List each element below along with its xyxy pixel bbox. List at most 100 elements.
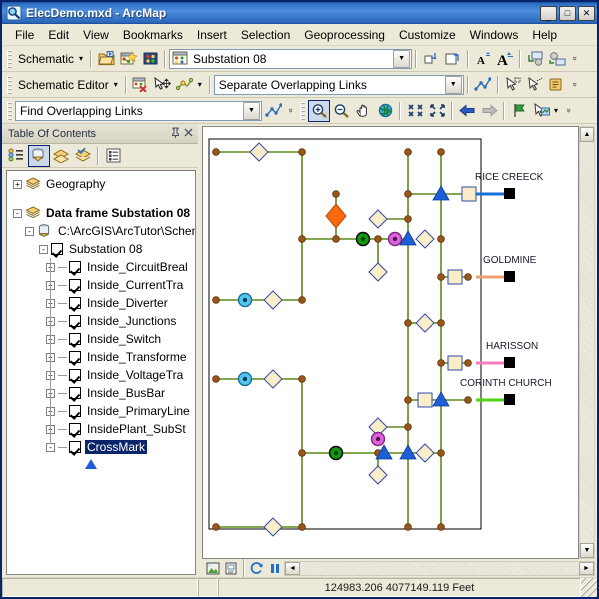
menu-item-windows[interactable]: Windows [463, 25, 526, 45]
refresh-icon[interactable] [248, 561, 266, 576]
layer-visibility-checkbox[interactable] [69, 441, 81, 453]
schematic-layout-icon[interactable] [174, 74, 196, 96]
expander-icon[interactable]: - [13, 208, 22, 218]
tree-item-inside-currenttransformer[interactable]: + Inside_CurrentTra [7, 276, 195, 294]
schematic-menu-button[interactable]: Schematic [15, 50, 77, 68]
menu-item-customize[interactable]: Customize [392, 25, 463, 45]
forward-extent-icon[interactable] [478, 100, 500, 122]
shrink-node-icon[interactable] [420, 48, 442, 70]
layer-visibility-checkbox[interactable] [69, 261, 81, 273]
layer-visibility-checkbox[interactable] [69, 405, 81, 417]
tree-item-insideplant-substation[interactable]: + InsidePlant_SubSt [7, 420, 195, 438]
maximize-button[interactable]: □ [559, 5, 576, 21]
menu-item-help[interactable]: Help [525, 25, 564, 45]
tree-item-inside-circuitbreaker[interactable]: + Inside_CircuitBreal [7, 258, 195, 276]
menu-item-file[interactable]: File [8, 25, 41, 45]
map-horizontal-scrollbar[interactable]: ◄ ► [284, 560, 595, 576]
toolbar-overflow-button[interactable]: » [570, 48, 582, 69]
zoom-in-icon[interactable] [308, 99, 330, 122]
toolbar-grip[interactable] [300, 101, 305, 120]
edit-attributes-icon[interactable] [546, 74, 568, 96]
toolbar-grip[interactable] [7, 49, 12, 68]
scroll-track[interactable] [580, 142, 594, 543]
list-by-selection-icon[interactable] [72, 145, 94, 167]
reduce-label-icon[interactable]: A [472, 48, 494, 70]
options-icon[interactable] [102, 145, 124, 167]
tree-item-geography[interactable]: + Geography [7, 175, 195, 193]
scroll-left-button[interactable]: ◄ [285, 561, 300, 575]
pause-drawing-icon[interactable] [266, 561, 284, 576]
flag-icon[interactable] [508, 100, 530, 122]
scroll-up-button[interactable]: ▲ [580, 127, 594, 142]
select-node-icon[interactable] [502, 74, 524, 96]
tree-item-inside-junctions[interactable]: + Inside_Junctions [7, 312, 195, 330]
pin-icon[interactable] [169, 127, 182, 141]
chevron-down-icon[interactable]: ▼ [243, 101, 260, 120]
toolbar-overflow-button[interactable]: » [564, 100, 576, 121]
select-chevron-down-icon[interactable]: ▾ [552, 106, 562, 115]
tree-item-inside-primaryline[interactable]: + Inside_PrimaryLine [7, 402, 195, 420]
layer-visibility-checkbox[interactable] [69, 279, 81, 291]
layer-visibility-checkbox[interactable] [69, 315, 81, 327]
new-diagram-icon[interactable] [117, 48, 139, 70]
scroll-down-button[interactable]: ▼ [580, 543, 594, 558]
tree-item-substation-08[interactable]: - Substation 08 [7, 240, 195, 258]
tree-item-inside-voltagetransformer[interactable]: + Inside_VoltageTra [7, 366, 195, 384]
tree-item-data-frame[interactable]: - Data frame Substation 08 [7, 204, 195, 222]
toolbar-overflow-button-left[interactable]: » [286, 100, 297, 121]
tree-item-workspace[interactable]: - C:\ArcGIS\ArcTutor\Schem [7, 222, 195, 240]
enlarge-node-icon[interactable] [442, 48, 464, 70]
layer-visibility-checkbox[interactable] [69, 423, 81, 435]
toolbar-grip[interactable] [7, 101, 12, 120]
minimize-button[interactable]: _ [540, 5, 557, 21]
scroll-track[interactable] [300, 562, 579, 575]
data-view-icon[interactable] [204, 561, 222, 576]
chevron-down-icon[interactable]: ▾ [112, 80, 122, 89]
back-extent-icon[interactable] [456, 100, 478, 122]
fixed-zoom-in-icon[interactable] [404, 100, 426, 122]
menu-item-view[interactable]: View [76, 25, 116, 45]
full-extent-icon[interactable] [374, 100, 396, 122]
remove-diagram-icon[interactable] [130, 74, 152, 96]
select-link-icon[interactable] [524, 74, 546, 96]
toolbar-grip[interactable] [7, 75, 12, 94]
close-icon[interactable] [182, 128, 195, 140]
tree-item-inside-diverter[interactable]: + Inside_Diverter [7, 294, 195, 312]
list-by-drawing-order-icon[interactable] [6, 145, 28, 167]
layer-visibility-checkbox[interactable] [69, 333, 81, 345]
link-to-node-icon[interactable] [546, 48, 568, 70]
chevron-down-icon[interactable]: ▼ [393, 49, 411, 68]
tree-item-inside-switch[interactable]: + Inside_Switch [7, 330, 195, 348]
menu-item-bookmarks[interactable]: Bookmarks [116, 25, 190, 45]
map-vertical-scrollbar[interactable]: ▲ ▼ [579, 126, 595, 559]
algorithm-combo[interactable]: Find Overlapping Links ▼ [15, 100, 262, 121]
schematic-editor-menu-button[interactable]: Schematic Editor [15, 76, 112, 94]
chevron-down-icon[interactable]: ▼ [444, 75, 462, 94]
node-to-link-icon[interactable] [524, 48, 546, 70]
fixed-zoom-out-icon[interactable] [426, 100, 448, 122]
menu-item-geoprocessing[interactable]: Geoprocessing [297, 25, 392, 45]
run-algorithm-icon[interactable] [262, 100, 284, 122]
expander-icon[interactable]: - [39, 244, 48, 254]
list-by-source-icon[interactable] [28, 144, 50, 167]
tree-item-inside-busbar[interactable]: + Inside_BusBar [7, 384, 195, 402]
layer-visibility-checkbox[interactable] [69, 297, 81, 309]
chevron-down-icon[interactable]: ▾ [77, 54, 87, 63]
layout-view-icon[interactable] [222, 561, 240, 576]
resize-grip[interactable] [581, 578, 597, 597]
expander-icon[interactable]: - [25, 226, 34, 236]
layout-chevron-down-icon[interactable]: ▾ [196, 80, 206, 89]
zoom-out-icon[interactable] [330, 100, 352, 122]
move-node-icon[interactable] [152, 74, 174, 96]
layer-visibility-checkbox[interactable] [69, 351, 81, 363]
diagram-properties-icon[interactable] [139, 48, 161, 70]
diagram-combo[interactable]: Substation 08 ▼ [169, 48, 413, 69]
list-by-visibility-icon[interactable] [50, 145, 72, 167]
menu-item-selection[interactable]: Selection [234, 25, 297, 45]
toc-tree[interactable]: + Geography - Data frame Substation 08 -… [6, 170, 196, 575]
tree-item-inside-transformer[interactable]: + Inside_Transforme [7, 348, 195, 366]
layer-visibility-checkbox[interactable] [69, 387, 81, 399]
layout-algorithm-combo[interactable]: Separate Overlapping Links ▼ [213, 74, 464, 95]
apply-layout-icon[interactable] [472, 74, 494, 96]
scroll-right-button[interactable]: ► [579, 561, 594, 575]
